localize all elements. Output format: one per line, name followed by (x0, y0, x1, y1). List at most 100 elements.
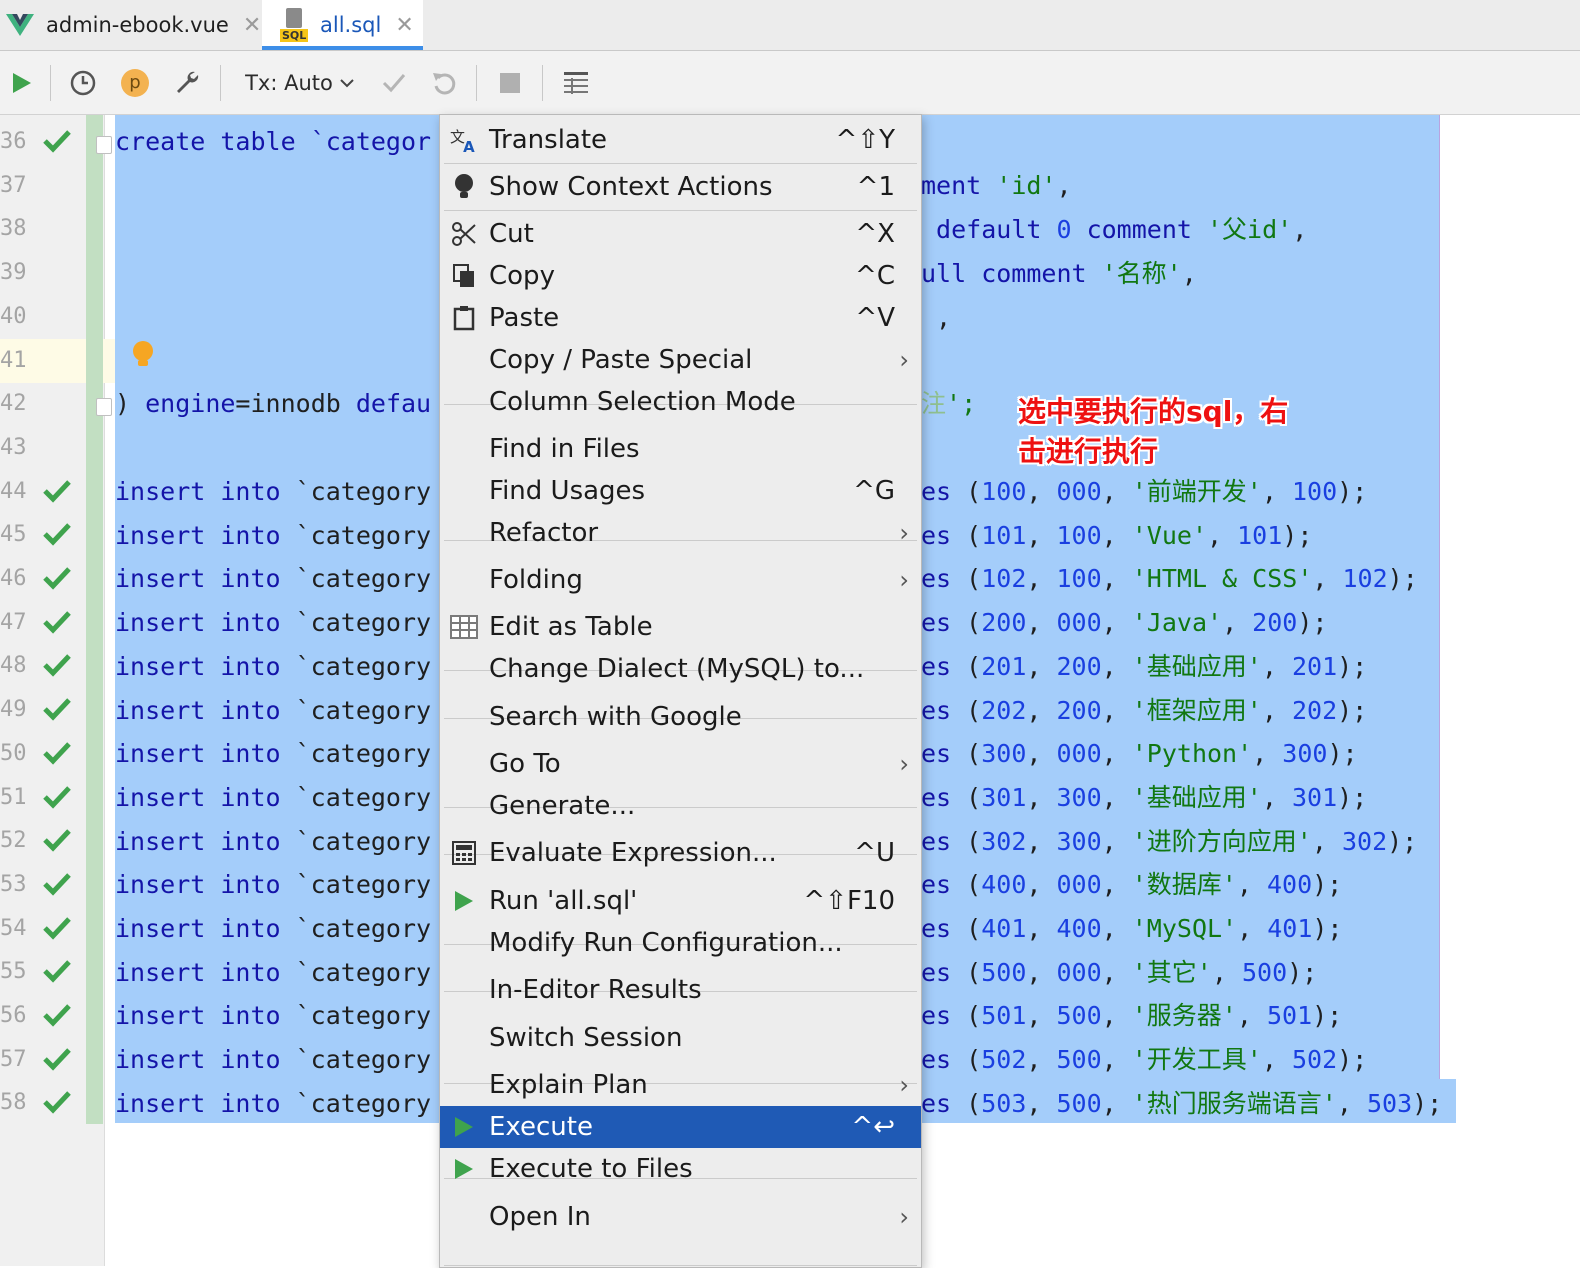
code-line-38[interactable]: default 0 comment '父id', (921, 208, 1307, 252)
code-line-insert-values[interactable]: es (200, 000, 'Java', 200); (921, 601, 1327, 645)
code-line-insert[interactable]: insert into `category (115, 470, 431, 514)
code-line-insert-values[interactable]: es (100, 000, '前端开发', 100); (921, 470, 1367, 514)
menu-item-edit-as-table[interactable]: Edit as Table (440, 606, 921, 648)
code-line-insert[interactable]: insert into `category (115, 776, 431, 820)
menu-item-refactor[interactable]: Refactor › (440, 512, 921, 554)
code-line-insert[interactable]: insert into `category (115, 1082, 431, 1126)
menu-item-run-all-sql[interactable]: Run 'all.sql' ^⇧F10 (440, 880, 921, 922)
code-line-insert-values[interactable]: es (102, 100, 'HTML & CSS', 102); (921, 557, 1418, 601)
close-tab-icon[interactable]: ✕ (243, 13, 261, 38)
code-line-insert-values[interactable]: es (202, 200, '框架应用', 202); (921, 689, 1367, 733)
menu-item-change-dialect-mysql-to[interactable]: Change Dialect (MySQL) to... (440, 648, 921, 690)
code-line-insert[interactable]: insert into `category (115, 1038, 431, 1082)
code-text: = (235, 389, 251, 418)
code-number: 500 (1056, 1001, 1102, 1031)
executed-check-icon (43, 479, 71, 503)
code-line-insert[interactable]: insert into `category (115, 863, 431, 907)
menu-item-generate[interactable]: Generate... (440, 785, 921, 827)
menu-item-column-selection-mode[interactable]: Column Selection Mode (440, 381, 921, 423)
menu-item-shortcut: ^U (854, 838, 895, 868)
sql-file-icon: SQL (280, 8, 310, 42)
code-line-36[interactable]: create table `categor (115, 120, 431, 164)
rollback-button[interactable] (426, 51, 462, 114)
code-line-insert[interactable]: insert into `category (115, 732, 431, 776)
tab-all-sql[interactable]: SQL all.sql ✕ (262, 0, 423, 50)
code-line-insert[interactable]: insert into `category (115, 820, 431, 864)
executed-check-icon (43, 567, 71, 590)
line-number: 43 (0, 434, 27, 460)
code-line-42[interactable]: ) engine=innodb defau (115, 382, 431, 426)
code-line-insert-values[interactable]: es (400, 000, '数据库', 400); (921, 863, 1342, 907)
profile-button[interactable]: p (116, 51, 154, 114)
menu-item-execute[interactable]: Execute ^↩ (440, 1106, 921, 1148)
code-line-40[interactable]: , (921, 296, 951, 340)
code-line-insert-values[interactable]: es (300, 000, 'Python', 300); (921, 732, 1358, 776)
fold-marker-icon[interactable] (96, 398, 112, 417)
code-text: ); (1387, 564, 1418, 594)
code-line-insert[interactable]: insert into `category (115, 994, 431, 1038)
code-line-37[interactable]: ment 'id', (921, 164, 1072, 208)
menu-item-find-usages[interactable]: Find Usages ^G (440, 470, 921, 512)
menu-item-copy-paste-special[interactable]: Copy / Paste Special › (440, 339, 921, 381)
fold-marker-icon[interactable] (96, 136, 112, 154)
code-keyword: es (921, 957, 952, 987)
close-tab-icon[interactable]: ✕ (395, 13, 413, 38)
results-view-button[interactable] (558, 51, 594, 114)
code-line-insert[interactable]: insert into `category (115, 907, 431, 951)
menu-item-modify-run-configuration[interactable]: Modify Run Configuration... (440, 922, 921, 964)
code-text: ( (951, 782, 982, 812)
code-line-insert[interactable]: insert into `category (115, 645, 431, 689)
menu-item-open-in[interactable]: Open In › (440, 1196, 921, 1238)
code-line-insert-values[interactable]: es (201, 200, '基础应用', 201); (921, 645, 1367, 689)
code-line-insert-values[interactable]: es (502, 500, '开发工具', 502); (921, 1038, 1367, 1082)
annotation-line: 选中要执行的sql，右 (1018, 395, 1289, 428)
code-line-42-tail[interactable]: 注'; (921, 382, 976, 426)
code-line-insert-values[interactable]: es (301, 300, '基础应用', 301); (921, 776, 1367, 820)
menu-item-copy[interactable]: Copy ^C (440, 255, 921, 297)
code-line-insert[interactable]: insert into `category (115, 557, 431, 601)
menu-item-cut[interactable]: Cut ^X (440, 213, 921, 255)
code-line-insert-values[interactable]: es (501, 500, '服务器', 501); (921, 994, 1342, 1038)
stop-button[interactable] (492, 51, 528, 114)
line-number: 50 (0, 740, 27, 766)
settings-button[interactable] (168, 51, 206, 114)
code-line-insert[interactable]: insert into `category (115, 601, 431, 645)
code-line-39[interactable]: ull comment '名称', (921, 252, 1197, 296)
code-line-insert[interactable]: insert into `category (115, 514, 431, 558)
clock-icon (70, 70, 96, 95)
menu-item-shortcut: ^↩ (851, 1112, 895, 1142)
menu-item-explain-plan[interactable]: Explain Plan › (440, 1064, 921, 1106)
menu-item-translate[interactable]: 文 A Translate ^⇧Y (440, 119, 921, 161)
code-line-insert-values[interactable]: es (101, 100, 'Vue', 101); (921, 514, 1312, 558)
code-line-insert[interactable]: insert into `category (115, 689, 431, 733)
code-line-insert[interactable]: insert into `category (115, 951, 431, 995)
menu-item-show-context-actions[interactable]: Show Context Actions ^1 (440, 166, 921, 208)
code-number: 000 (1056, 608, 1102, 638)
menu-item-folding[interactable]: Folding › (440, 559, 921, 601)
code-line-insert-values[interactable]: es (302, 300, '进阶方向应用', 302); (921, 820, 1417, 864)
code-text: `category (280, 739, 432, 769)
code-string: '数据库' (1131, 870, 1237, 900)
intention-bulb-icon[interactable] (130, 340, 156, 370)
menu-item-search-with-google[interactable]: Search with Google (440, 696, 921, 738)
code-line-insert-values[interactable]: es (503, 500, '热门服务端语言', 503); (921, 1082, 1442, 1126)
commit-button[interactable] (376, 51, 412, 114)
execute-button[interactable] (4, 51, 40, 114)
code-number: 100 (1056, 564, 1102, 594)
menu-item-switch-session[interactable]: Switch Session (440, 1017, 921, 1059)
code-text: , (1222, 608, 1253, 638)
menu-item-execute-to-files[interactable]: Execute to Files (440, 1148, 921, 1190)
menu-item-paste[interactable]: Paste ^V (440, 297, 921, 339)
tab-admin-ebook-vue[interactable]: admin-ebook.vue ✕ (0, 0, 262, 50)
menu-item-find-in-files[interactable]: Find in Files (440, 428, 921, 470)
executed-check-icon (43, 130, 71, 153)
transaction-mode-dropdown[interactable]: Tx: Auto (240, 51, 360, 114)
menu-item-in-editor-results[interactable]: In-Editor Results (440, 969, 921, 1011)
menu-item-evaluate-expression[interactable]: Evaluate Expression... ^U (440, 832, 921, 874)
code-line-insert-values[interactable]: es (401, 400, 'MySQL', 401); (921, 907, 1342, 951)
history-button[interactable] (64, 51, 102, 114)
right-margin-guide (1439, 115, 1440, 1079)
code-line-insert-values[interactable]: es (500, 000, '其它', 500); (921, 951, 1317, 995)
menu-item-go-to[interactable]: Go To › (440, 743, 921, 785)
code-string: '进阶方向应用' (1131, 826, 1312, 856)
